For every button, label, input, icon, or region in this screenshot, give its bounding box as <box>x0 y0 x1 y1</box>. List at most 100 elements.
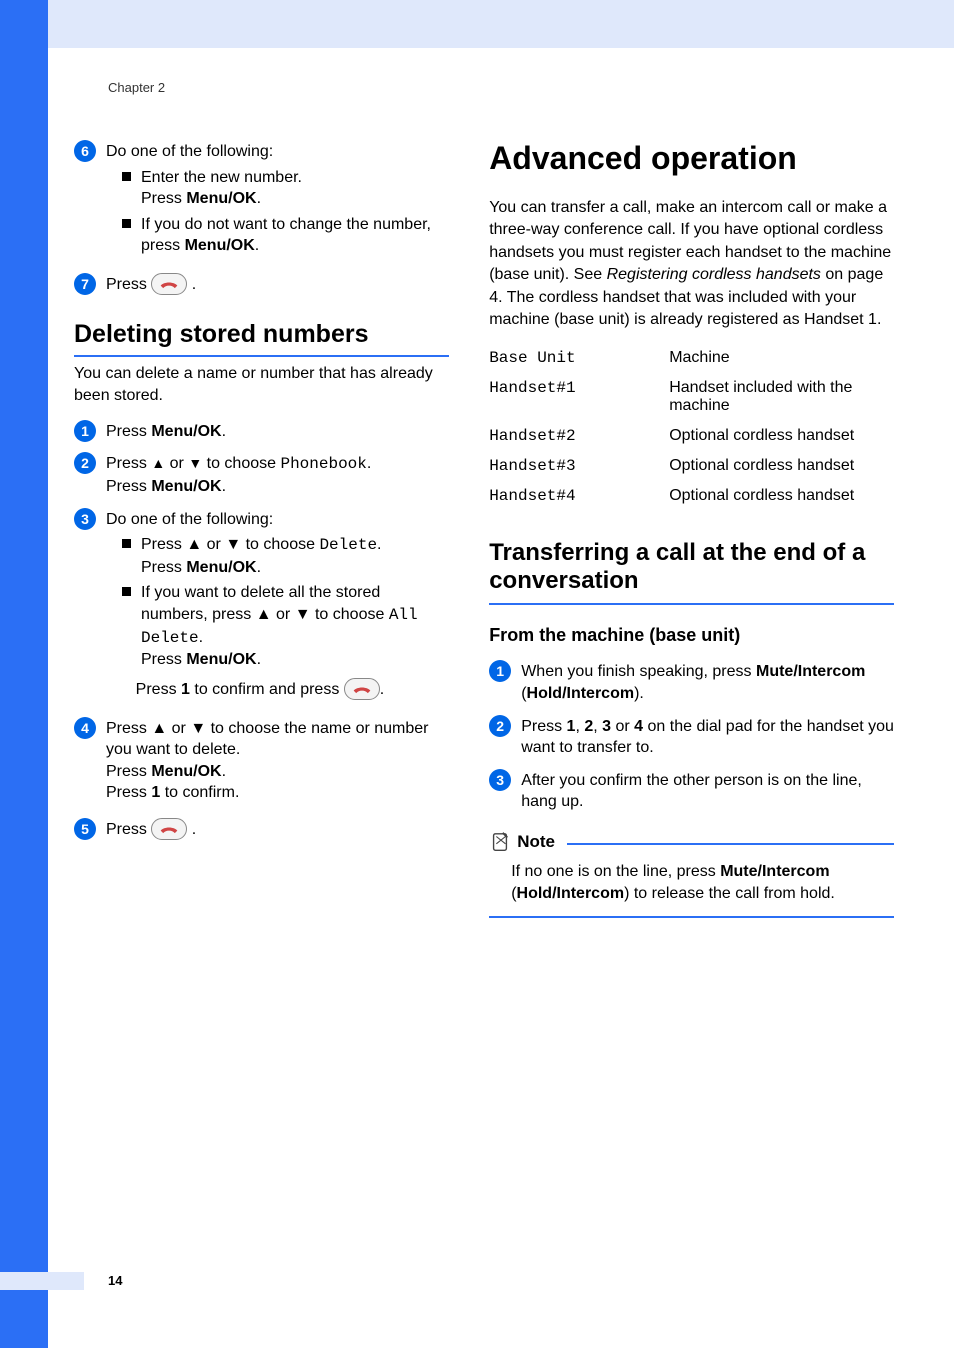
hangup-icon <box>344 678 380 700</box>
step-badge-2: 2 <box>489 715 511 737</box>
subheading-from-machine: From the machine (base unit) <box>489 625 894 646</box>
d3b1-mid: or <box>202 536 225 553</box>
table-row: Base Unit Machine <box>489 343 894 373</box>
d5-post: . <box>192 821 196 838</box>
d3b1-l2-bold: Menu/OK <box>186 559 256 576</box>
adv-intro: You can transfer a call, make an interco… <box>489 197 894 331</box>
page-number: 14 <box>108 1273 122 1288</box>
step-6: 6 Do one of the following: Enter the new… <box>74 140 449 259</box>
d4-l3-bold: 1 <box>151 784 160 801</box>
d2-mid2: to choose <box>202 455 280 472</box>
table-row: Handset#2 Optional cordless handset <box>489 421 894 451</box>
delete-step-4: 4 Press ▲ or ▼ to choose the name or num… <box>74 717 449 804</box>
d4-l3-post: to confirm. <box>160 784 239 801</box>
table-row: Handset#1 Handset included with the mach… <box>489 373 894 421</box>
s6b1-l2-pre: Press <box>141 190 186 207</box>
heading-advanced-operation: Advanced operation <box>489 140 894 177</box>
arrow-down-icon: ▼ <box>225 536 241 553</box>
step-badge-3: 3 <box>489 769 511 791</box>
row1-c2: Machine <box>669 349 894 367</box>
step6-bullet-2: If you do not want to change the number,… <box>106 214 449 257</box>
d2-post1: . <box>367 455 371 472</box>
t2-pre: Press <box>521 718 566 735</box>
note-pre: If no one is on the line, press <box>511 863 720 880</box>
d3b2-l3-post: . <box>257 651 261 668</box>
handset-table: Base Unit Machine Handset#1 Handset incl… <box>489 343 894 511</box>
row4-c2: Optional cordless handset <box>669 457 894 475</box>
step-badge-7: 7 <box>74 273 96 295</box>
d3b2-l3-pre: Press <box>141 651 186 668</box>
note-post: ) to release the call from hold. <box>624 885 835 902</box>
left-bar <box>0 0 48 1348</box>
row4-c1: Handset#3 <box>489 457 669 475</box>
d4-l2-pre: Press <box>106 763 151 780</box>
step6-bullet-1: Enter the new number. Press Menu/OK. <box>106 167 449 210</box>
arrow-down-icon: ▼ <box>190 720 206 737</box>
chapter-label: Chapter 2 <box>108 80 165 95</box>
d2-l2-post: . <box>222 478 226 495</box>
d4-l3-pre: Press <box>106 784 151 801</box>
d4-pre: Press <box>106 720 151 737</box>
d4-l2-post: . <box>222 763 226 780</box>
d2-mid1: or <box>165 455 188 472</box>
t2-c2: , <box>593 718 602 735</box>
step-badge-2: 2 <box>74 452 96 474</box>
bullet-icon <box>122 587 131 596</box>
note-bold2: Hold/Intercom <box>517 885 625 902</box>
delete-step-1: 1 Press Menu/OK. <box>74 420 449 443</box>
note-body: If no one is on the line, press Mute/Int… <box>511 853 894 916</box>
step-7: 7 Press . <box>74 273 449 296</box>
bullet-icon <box>122 172 131 181</box>
step-badge-5: 5 <box>74 818 96 840</box>
d3b1-pre: Press <box>141 536 186 553</box>
content: 6 Do one of the following: Enter the new… <box>74 140 894 918</box>
row5-c2: Optional cordless handset <box>669 487 894 505</box>
step-badge-6: 6 <box>74 140 96 162</box>
t2-c3: or <box>611 718 634 735</box>
header-bar <box>0 0 954 48</box>
s7-post: . <box>192 276 196 293</box>
arrow-down-icon: ▼ <box>295 606 311 623</box>
hangup-icon <box>151 273 187 295</box>
note-header: Note <box>489 831 894 853</box>
s6b1-l1: Enter the new number. <box>141 169 302 186</box>
d3-l4-pre: Press <box>136 681 181 698</box>
left-column: 6 Do one of the following: Enter the new… <box>74 140 449 918</box>
delete-step-5: 5 Press . <box>74 818 449 841</box>
d2-code: Phonebook <box>280 455 366 473</box>
right-column: Advanced operation You can transfer a ca… <box>489 140 894 918</box>
d3b2-mid: or <box>272 606 295 623</box>
note-bold1: Mute/Intercom <box>720 863 829 880</box>
d3b2-mid2: to choose <box>311 606 389 623</box>
d3-bullet-1: Press ▲ or ▼ to choose Delete. Press Men… <box>106 534 449 578</box>
s7-pre: Press <box>106 276 151 293</box>
s6b1-l2-bold: Menu/OK <box>186 190 256 207</box>
bullet-icon <box>122 219 131 228</box>
row5-c1: Handset#4 <box>489 487 669 505</box>
step-badge-4: 4 <box>74 717 96 739</box>
row3-c2: Optional cordless handset <box>669 427 894 445</box>
d3-l4-bold: 1 <box>181 681 190 698</box>
step-badge-3: 3 <box>74 508 96 530</box>
t1-bold1: Mute/Intercom <box>756 663 865 680</box>
step-badge-1: 1 <box>74 420 96 442</box>
page: Chapter 2 6 Do one of the following: Ent… <box>0 0 954 1348</box>
arrow-up-icon: ▲ <box>151 720 167 737</box>
table-row: Handset#4 Optional cordless handset <box>489 481 894 511</box>
d3b1-post: . <box>377 536 381 553</box>
bullet-icon <box>122 539 131 548</box>
table-row: Handset#3 Optional cordless handset <box>489 451 894 481</box>
d3b2-l3-bold: Menu/OK <box>186 651 256 668</box>
note-rule-top <box>567 843 894 845</box>
hangup-icon <box>151 818 187 840</box>
row2-c2: Handset included with the machine <box>669 379 894 415</box>
d3b1-l2-post: . <box>257 559 261 576</box>
heading-transferring-call: Transferring a call at the end of a conv… <box>489 539 894 605</box>
row1-c1: Base Unit <box>489 349 669 367</box>
t1-post: ). <box>634 685 644 702</box>
heading-deleting-stored-numbers: Deleting stored numbers <box>74 320 449 357</box>
d3-title: Do one of the following: <box>106 509 449 531</box>
s6b1-l2-post: . <box>257 190 261 207</box>
t1-pre: When you finish speaking, press <box>521 663 756 680</box>
step-badge-1: 1 <box>489 660 511 682</box>
